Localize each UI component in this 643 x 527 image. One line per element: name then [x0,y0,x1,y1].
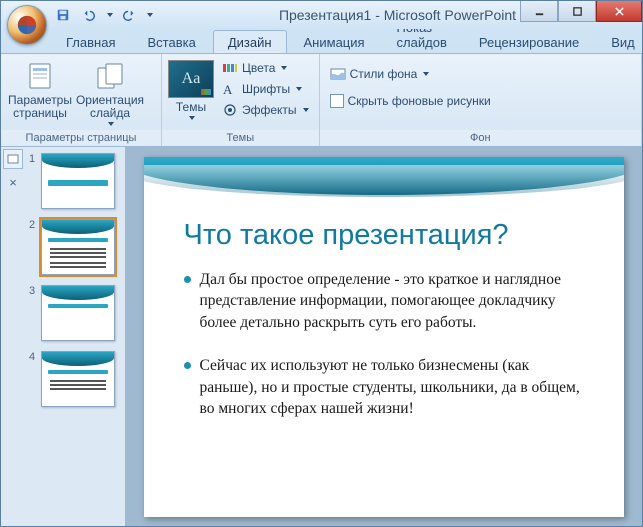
chevron-down-icon [296,87,302,91]
slide-content-placeholder[interactable]: Дал бы простое определение - это краткое… [182,269,588,441]
undo-icon [82,8,96,22]
slide-thumbnails-panel: 1 2 3 4 [25,147,125,526]
thumb-number: 4 [29,351,37,363]
current-slide[interactable]: Что такое презентация? Дал бы простое оп… [144,157,624,517]
group-label-themes: Темы [162,130,319,146]
slide-thumbnail-3[interactable] [41,285,115,341]
thumb-row: 2 [29,219,121,275]
qat-undo[interactable] [79,5,99,25]
group-page-setup: Параметры страницы Ориентация слайда Пар… [1,54,162,146]
orientation-icon [94,60,126,92]
qat-redo[interactable] [119,5,139,25]
office-button[interactable] [7,5,47,45]
tab-animation[interactable]: Анимация [289,30,380,53]
maximize-icon [572,6,583,17]
save-icon [56,8,70,22]
tab-home[interactable]: Главная [51,30,130,53]
svg-text:A: A [223,82,233,97]
thumb-number: 3 [29,285,37,297]
pane-close-button[interactable]: × [4,173,22,191]
background-styles-button[interactable]: Стили фона [326,64,434,84]
redo-icon [122,8,136,22]
close-icon [614,6,625,17]
thumb-row: 4 [29,351,121,407]
chevron-down-icon [281,66,287,70]
tab-view[interactable]: Вид [596,30,643,53]
close-button[interactable] [596,1,642,22]
office-logo-icon [16,14,38,36]
fonts-icon: A [222,81,238,97]
slides-pane-tab[interactable] [3,149,23,169]
effects-icon [222,102,238,118]
pane-tabs: × [1,147,25,526]
themes-dropdown-icon [189,116,195,120]
theme-effects-button[interactable]: Эффекты [218,100,313,120]
background-styles-icon [330,66,346,82]
group-background: Стили фона Скрыть фоновые рисунки Фон [320,54,642,146]
page-setup-button[interactable]: Параметры страницы [7,56,73,120]
slide-thumbnail-2[interactable] [41,219,115,275]
thumb-number: 1 [29,153,37,165]
themes-gallery-button[interactable]: Aa Темы [168,56,214,120]
group-label-page-setup: Параметры страницы [1,130,161,146]
ribbon: Параметры страницы Ориентация слайда Пар… [1,53,642,147]
thumb-row: 3 [29,285,121,341]
slide-background-wave-overlay [144,165,624,197]
hide-background-graphics-checkbox[interactable]: Скрыть фоновые рисунки [326,92,495,110]
group-themes: Aa Темы Цвета A Шрифты Эффекты [162,54,320,146]
theme-fonts-button[interactable]: A Шрифты [218,79,313,99]
qat-undo-dropdown[interactable] [107,13,113,17]
theme-thumbnail-icon: Aa [168,60,214,98]
minimize-button[interactable] [520,1,558,22]
minimize-icon [534,6,545,17]
bullet-item: Дал бы простое определение - это краткое… [182,269,588,333]
page-setup-label: Параметры страницы [8,94,72,120]
thumb-number: 2 [29,219,37,231]
chevron-down-icon [423,72,429,76]
group-label-background: Фон [320,130,641,146]
slides-tab-icon [7,153,19,165]
slide-thumbnail-4[interactable] [41,351,115,407]
quick-access-toolbar [53,5,153,25]
colors-icon [222,60,238,76]
checkbox-icon [330,94,344,108]
ribbon-tabs: Главная Вставка Дизайн Анимация Показ сл… [1,29,642,53]
slide-editor-area: Что такое презентация? Дал бы простое оп… [125,147,642,526]
slide-title-placeholder[interactable]: Что такое презентация? [184,219,594,252]
orientation-label: Ориентация слайда [76,94,144,120]
theme-colors-button[interactable]: Цвета [218,58,313,78]
workspace: × 1 2 3 4 Что такое п [1,147,642,526]
title-bar: Презентация1 - Microsoft PowerPoint [1,1,642,29]
themes-label: Темы [176,100,206,114]
bullet-item: Сейчас их используют не только бизнесмен… [182,355,588,419]
qat-save[interactable] [53,5,73,25]
thumb-row: 1 [29,153,121,209]
tab-insert[interactable]: Вставка [132,30,210,53]
chevron-down-icon [303,108,309,112]
slide-thumbnail-1[interactable] [41,153,115,209]
tab-review[interactable]: Рецензирование [464,30,594,53]
maximize-button[interactable] [558,1,596,22]
app-window: Презентация1 - Microsoft PowerPoint Глав… [0,0,643,527]
window-controls [520,1,642,22]
tab-design[interactable]: Дизайн [213,30,287,53]
page-setup-icon [24,60,56,92]
orientation-dropdown-icon [108,122,114,126]
slide-orientation-button[interactable]: Ориентация слайда [77,56,143,126]
